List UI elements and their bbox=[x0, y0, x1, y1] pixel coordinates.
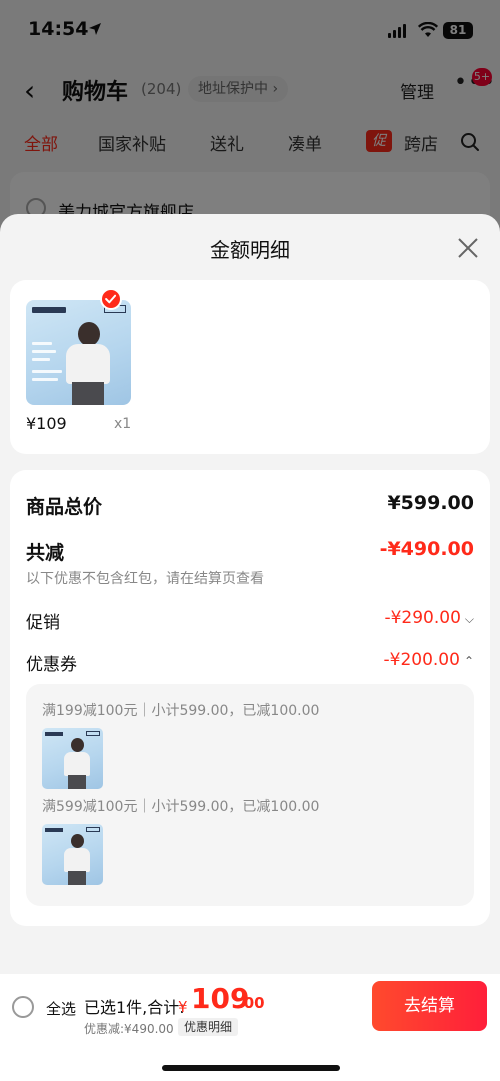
coupon-line: 满199减100元｜小计599.00，已减100.00 bbox=[42, 703, 320, 719]
chevron-down-icon: ⌵ bbox=[464, 612, 474, 626]
product-price: ¥109 bbox=[26, 414, 67, 433]
coupon-product-thumbnail bbox=[42, 824, 103, 885]
total-price-value: ¥599.00 bbox=[387, 492, 474, 514]
total-price-label: 商品总价 bbox=[26, 496, 103, 518]
sheet-title: 金额明细 bbox=[210, 238, 290, 262]
checkout-bar: 全选 已选1件,合计: ¥ 109 .00 优惠减:¥490.00 优惠明细 去… bbox=[0, 974, 500, 1081]
close-icon[interactable] bbox=[456, 236, 480, 260]
coupon-line: 满599减100元｜小计599.00，已减100.00 bbox=[42, 799, 320, 815]
coupon-value: -¥200.00 bbox=[383, 650, 460, 670]
promotion-value: -¥290.00 bbox=[384, 608, 461, 628]
select-all-radio[interactable] bbox=[12, 996, 34, 1018]
discount-detail-button[interactable]: 优惠明细 bbox=[178, 1018, 239, 1036]
check-icon bbox=[100, 288, 122, 310]
promotion-row-toggle[interactable]: -¥290.00 ⌵ bbox=[384, 608, 474, 628]
chevron-up-icon: ⌃ bbox=[463, 654, 474, 668]
discount-amount: 优惠减:¥490.00 bbox=[84, 1022, 174, 1036]
discount-note: 以下优惠不包含红包，请在结算页查看 bbox=[26, 571, 264, 587]
selected-summary: 已选1件,合计: bbox=[84, 998, 185, 1017]
product-quantity: x1 bbox=[114, 416, 132, 432]
select-all-label[interactable]: 全选 bbox=[46, 998, 76, 1019]
coupon-label: 优惠券 bbox=[26, 655, 77, 675]
total-currency: ¥ bbox=[178, 998, 188, 1016]
coupon-detail-box: 满199减100元｜小计599.00，已减100.00 满599减100元｜小计… bbox=[26, 684, 474, 906]
total-decimal: .00 bbox=[238, 994, 265, 1012]
product-thumbnail[interactable] bbox=[26, 300, 131, 405]
home-indicator bbox=[162, 1065, 340, 1071]
checkout-button[interactable]: 去结算 bbox=[372, 981, 487, 1031]
discount-total-value: -¥490.00 bbox=[379, 538, 474, 560]
promotion-label: 促销 bbox=[26, 613, 60, 633]
price-detail-sheet: 金额明细 ¥109 x1 商品总价 ¥599.00 共减 -¥490.00 以下… bbox=[0, 214, 500, 1081]
product-card: ¥109 x1 bbox=[10, 280, 490, 454]
price-summary-card: 商品总价 ¥599.00 共减 -¥490.00 以下优惠不包含红包，请在结算页… bbox=[10, 470, 490, 926]
coupon-product-thumbnail bbox=[42, 728, 103, 789]
coupon-row-toggle[interactable]: -¥200.00 ⌃ bbox=[384, 650, 475, 670]
discount-total-label: 共减 bbox=[26, 542, 65, 564]
